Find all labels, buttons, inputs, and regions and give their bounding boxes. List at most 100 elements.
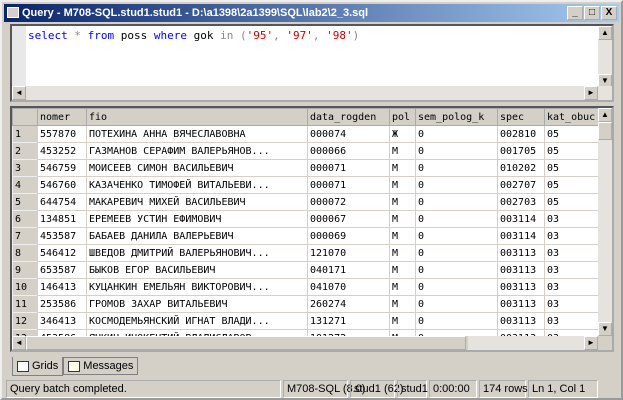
table-cell[interactable]: 453252 [37, 142, 87, 160]
table-cell[interactable]: 653587 [37, 261, 87, 279]
table-cell[interactable]: 557870 [37, 125, 87, 143]
table-cell[interactable]: 346413 [37, 312, 87, 330]
table-cell[interactable]: М [389, 278, 416, 296]
table-row[interactable]: 4 546760 КАЗАЧЕНКО ТИМОФЕЙ ВИТАЛЬЕВИ... 000… [12, 176, 603, 194]
table-cell[interactable]: 0 [415, 210, 498, 228]
row-number[interactable]: 5 [12, 193, 38, 211]
table-row[interactable]: 1 557870 ПОТЕХИНА АННА ВЯЧЕСЛАВОВНА 000074 Ж… [12, 125, 603, 143]
table-cell[interactable]: 546412 [37, 244, 87, 262]
table-cell[interactable]: 0 [415, 244, 498, 262]
scroll-up-arrow-icon[interactable]: ▲ [598, 108, 612, 122]
table-cell[interactable]: 003113 [497, 244, 545, 262]
query-editor[interactable]: select * from poss where gok in ('95', '… [10, 24, 614, 102]
table-cell[interactable]: 146413 [37, 278, 87, 296]
table-cell[interactable]: М [389, 227, 416, 245]
sql-text[interactable]: select * from poss where gok in ('95', '… [28, 29, 359, 42]
column-header[interactable]: pol [389, 108, 416, 126]
scroll-thumb[interactable] [598, 122, 612, 140]
table-cell[interactable]: 0 [415, 261, 498, 279]
table-cell[interactable]: 002703 [497, 193, 545, 211]
grid-vertical-scrollbar[interactable]: ▲ ▼ [598, 108, 612, 336]
table-cell[interactable]: 003113 [497, 295, 545, 313]
column-header[interactable]: fio [86, 108, 308, 126]
table-cell[interactable]: 000071 [307, 159, 390, 177]
table-cell[interactable]: 0 [415, 142, 498, 160]
column-header[interactable]: kat_obuc [544, 108, 603, 126]
table-cell[interactable]: 000066 [307, 142, 390, 160]
table-cell[interactable]: 03 [544, 244, 603, 262]
table-cell[interactable]: ГАЗМАНОВ СЕРАФИМ ВАЛЕРЬЯНОВ... [86, 142, 308, 160]
results-grid[interactable]: nomer fio data_rogden pol sem_polog_k spec kat… [10, 106, 614, 352]
table-cell[interactable]: 000067 [307, 210, 390, 228]
table-cell[interactable]: 0 [415, 295, 498, 313]
close-button[interactable]: X [601, 6, 617, 20]
minimize-button[interactable]: _ [567, 6, 583, 20]
table-cell[interactable]: М [389, 159, 416, 177]
table-row[interactable]: 7 453587 БАБАЕВ ДАНИЛА ВАЛЕРЬЕВИЧ 000069 М 0 0… [12, 227, 603, 245]
table-cell[interactable]: 03 [544, 312, 603, 330]
row-number[interactable]: 12 [12, 312, 38, 330]
table-row[interactable]: 9 653587 БЫКОВ ЕГОР ВАСИЛЬЕВИЧ 040171 М 0 0031… [12, 261, 603, 279]
scroll-left-arrow-icon[interactable]: ◄ [12, 336, 26, 350]
table-cell[interactable]: КАЗАЧЕНКО ТИМОФЕЙ ВИТАЛЬЕВИ... [86, 176, 308, 194]
table-cell[interactable]: 003114 [497, 227, 545, 245]
column-header[interactable]: spec [497, 108, 545, 126]
table-cell[interactable]: 134851 [37, 210, 87, 228]
table-cell[interactable]: 0 [415, 227, 498, 245]
row-number[interactable]: 8 [12, 244, 38, 262]
table-cell[interactable]: 260274 [307, 295, 390, 313]
row-number[interactable]: 2 [12, 142, 38, 160]
table-cell[interactable]: 041070 [307, 278, 390, 296]
table-cell[interactable]: 644754 [37, 193, 87, 211]
table-cell[interactable]: М [389, 244, 416, 262]
table-cell[interactable]: 05 [544, 125, 603, 143]
table-cell[interactable]: М [389, 312, 416, 330]
table-cell[interactable]: ПОТЕХИНА АННА ВЯЧЕСЛАВОВНА [86, 125, 308, 143]
editor-horizontal-scrollbar[interactable]: ◄ ► [12, 86, 612, 100]
row-number[interactable]: 1 [12, 125, 38, 143]
table-cell[interactable]: 003114 [497, 210, 545, 228]
table-cell[interactable]: 05 [544, 176, 603, 194]
table-cell[interactable]: М [389, 295, 416, 313]
table-row[interactable]: 2 453252 ГАЗМАНОВ СЕРАФИМ ВАЛЕРЬЯНОВ... 000… [12, 142, 603, 160]
editor-vertical-scrollbar[interactable]: ▲ ▼ [598, 26, 612, 88]
table-cell[interactable]: БАБАЕВ ДАНИЛА ВАЛЕРЬЕВИЧ [86, 227, 308, 245]
table-cell[interactable]: ЕРЕМЕЕВ УСТИН ЕФИМОВИЧ [86, 210, 308, 228]
table-cell[interactable]: 546759 [37, 159, 87, 177]
scroll-thumb[interactable] [26, 336, 466, 350]
table-cell[interactable]: 05 [544, 193, 603, 211]
row-number[interactable]: 3 [12, 159, 38, 177]
tab-messages[interactable]: Messages [63, 357, 139, 375]
table-cell[interactable]: М [389, 142, 416, 160]
row-number[interactable]: 10 [12, 278, 38, 296]
table-cell[interactable]: 010202 [497, 159, 545, 177]
table-cell[interactable]: 03 [544, 278, 603, 296]
table-row[interactable]: 11 253586 ГРОМОВ ЗАХАР ВИТАЛЬЕВИЧ 260274 М 0 0… [12, 295, 603, 313]
table-cell[interactable]: 546760 [37, 176, 87, 194]
table-cell[interactable]: 0 [415, 176, 498, 194]
table-cell[interactable]: 0 [415, 278, 498, 296]
table-cell[interactable]: 0 [415, 312, 498, 330]
table-row[interactable]: 10 146413 КУЦАНКИН ЕМЕЛЬЯН ВИКТОРОВИЧ... 04… [12, 278, 603, 296]
table-cell[interactable]: 131271 [307, 312, 390, 330]
table-cell[interactable]: 000071 [307, 176, 390, 194]
table-cell[interactable]: М [389, 210, 416, 228]
table-cell[interactable]: 03 [544, 295, 603, 313]
table-cell[interactable]: 000069 [307, 227, 390, 245]
table-cell[interactable]: КОСМОДЕМЬЯНСКИЙ ИГНАТ ВЛАДИ... [86, 312, 308, 330]
table-cell[interactable]: 003113 [497, 312, 545, 330]
table-cell[interactable]: 253586 [37, 295, 87, 313]
table-cell[interactable]: 03 [544, 261, 603, 279]
table-cell[interactable]: 03 [544, 227, 603, 245]
table-cell[interactable]: 002810 [497, 125, 545, 143]
table-cell[interactable]: 000072 [307, 193, 390, 211]
table-cell[interactable]: М [389, 261, 416, 279]
table-cell[interactable]: 05 [544, 159, 603, 177]
table-row[interactable]: 3 546759 МОИСЕЕВ СИМОН ВАСИЛЬЕВИЧ 000071 М 0 0… [12, 159, 603, 177]
row-number[interactable]: 6 [12, 210, 38, 228]
table-cell[interactable]: 003113 [497, 278, 545, 296]
table-cell[interactable]: КУЦАНКИН ЕМЕЛЬЯН ВИКТОРОВИЧ... [86, 278, 308, 296]
scroll-down-arrow-icon[interactable]: ▼ [598, 322, 612, 336]
table-cell[interactable]: 040171 [307, 261, 390, 279]
row-number[interactable]: 9 [12, 261, 38, 279]
